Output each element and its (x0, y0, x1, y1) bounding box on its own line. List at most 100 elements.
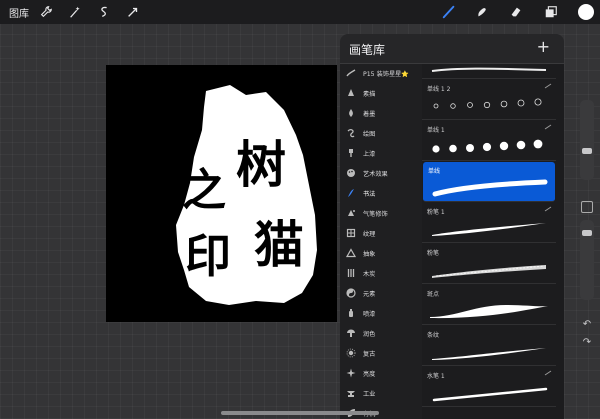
set-label: 气笔修饰 (363, 210, 388, 218)
magic-wand-icon[interactable] (66, 3, 84, 21)
set-label: P15 装饰星星⭐ (363, 70, 410, 78)
set-label: 绘图 (363, 130, 376, 138)
gallery-button[interactable]: 图库 (9, 5, 29, 20)
ink-drop-icon (344, 106, 358, 120)
set-item-artistic[interactable]: 艺术效果 (340, 164, 422, 182)
slider-handle[interactable] (582, 230, 592, 236)
artwork-canvas[interactable]: 树 猫 印 之 (106, 65, 337, 322)
brush-preview (432, 387, 548, 402)
artwork-char-1: 树 (236, 135, 286, 194)
set-item-elements[interactable]: 元素 (340, 284, 422, 302)
layers-icon[interactable] (542, 3, 560, 21)
brush-icon[interactable] (440, 3, 458, 21)
set-item-luminance[interactable]: 亮度 (340, 364, 422, 382)
brush-item-monoline-1[interactable]: 单线 1 (422, 121, 556, 161)
mushroom-icon (344, 326, 358, 340)
selection-icon[interactable] (95, 3, 113, 21)
artwork-char-3: 印 (185, 229, 231, 283)
brush-preview (433, 98, 542, 109)
brush-library-panel: 画笔库 + P15 装饰星星⭐ 素描 着墨 绘图 上漆 艺术效果 书法 气笔修饰… (340, 34, 564, 419)
set-item-spray[interactable]: 喷漆 (340, 304, 422, 322)
texture-icon (344, 226, 358, 240)
yin-yang-icon (344, 286, 358, 300)
set-label: 喷漆 (363, 310, 376, 318)
sparkle-icon (344, 366, 358, 380)
set-item-charcoal[interactable]: 木炭 (340, 264, 422, 282)
set-label: 润色 (363, 330, 376, 338)
brush-item-chalk-1[interactable]: 粉笔 1 (422, 203, 556, 243)
brush-set-list: P15 装饰星星⭐ 素描 着墨 绘图 上漆 艺术效果 书法 气笔修饰 纹理 抽象… (340, 64, 422, 419)
set-item-retouch[interactable]: 润色 (340, 324, 422, 342)
set-item-abstract[interactable]: 抽象 (340, 244, 422, 262)
transform-icon[interactable] (124, 3, 142, 21)
set-item-airbrush[interactable]: 气笔修饰 (340, 204, 422, 222)
set-label: 抽象 (363, 250, 376, 258)
artwork-char-4: 之 (182, 165, 226, 216)
wrench-icon[interactable] (37, 3, 55, 21)
eraser-icon[interactable] (507, 3, 525, 21)
opacity-slider[interactable] (580, 220, 594, 300)
options-arrow-icon (544, 370, 552, 376)
airbrush-icon (344, 206, 358, 220)
set-item-industrial[interactable]: 工业 (340, 384, 422, 402)
set-label: 纹理 (363, 230, 376, 238)
brush-preview (432, 139, 543, 153)
brush-item-monoline[interactable]: 单线 (423, 162, 555, 202)
charcoal-icon (344, 266, 358, 280)
set-item-vintage[interactable]: 复古 (340, 344, 422, 362)
right-sidebar: ↶ ↷ (577, 100, 597, 360)
anvil-icon (344, 386, 358, 400)
set-label: 复古 (363, 350, 376, 358)
redo-icon[interactable]: ↷ (581, 337, 593, 349)
brush-item-chalk[interactable]: 粉笔 (422, 244, 556, 284)
brush-stroke-icon (344, 66, 358, 80)
brush-item-partial[interactable] (422, 39, 556, 79)
set-item-calligraphy[interactable]: 书法 (340, 184, 422, 202)
set-label: 着墨 (363, 110, 376, 118)
set-label: 工业 (363, 390, 376, 398)
options-arrow-icon (544, 124, 552, 130)
top-toolbar: 图库 (0, 0, 600, 24)
set-item-sketch[interactable]: 素描 (340, 84, 422, 102)
set-label: 艺术效果 (363, 170, 388, 178)
brush-preview (432, 265, 546, 278)
set-label: 书法 (363, 190, 376, 198)
brush-preview (430, 305, 548, 319)
palette-icon (344, 166, 358, 180)
undo-icon[interactable]: ↶ (581, 319, 593, 331)
artwork-char-2: 猫 (254, 215, 304, 274)
paint-brush-icon (344, 146, 358, 160)
brush-item-pen-1[interactable]: 水笔 1 (422, 367, 556, 407)
brush-preview (432, 179, 548, 197)
swirl-icon (344, 126, 358, 140)
set-item-drawing[interactable]: 绘图 (340, 124, 422, 142)
sun-icon (344, 346, 358, 360)
brush-item-monoline-12[interactable]: 单线 1 2 (422, 80, 556, 120)
set-item-p15[interactable]: P15 装饰星星⭐ (340, 64, 422, 82)
set-label: 素描 (363, 90, 376, 98)
brush-list: 单线 1 2 单线 1 单线 粉笔 1 粉笔 斑点 条纹 水笔 1 (422, 64, 564, 419)
spray-can-icon (344, 306, 358, 320)
set-label: 上漆 (363, 150, 376, 158)
set-item-paint[interactable]: 上漆 (340, 144, 422, 162)
brush-item-stripe[interactable]: 条纹 (422, 326, 556, 366)
brush-item-spot[interactable]: 斑点 (422, 285, 556, 325)
triangle-icon (344, 246, 358, 260)
calligraphy-icon (344, 186, 358, 200)
set-item-ink[interactable]: 着墨 (340, 104, 422, 122)
options-arrow-icon (544, 206, 552, 212)
brush-preview (432, 348, 546, 360)
slider-handle[interactable] (582, 148, 592, 154)
panel-title: 画笔库 (349, 43, 386, 57)
modify-button[interactable] (581, 201, 593, 213)
pencil-tip-icon (344, 86, 358, 100)
set-item-texture[interactable]: 纹理 (340, 224, 422, 242)
brush-preview (432, 223, 546, 236)
home-indicator[interactable] (221, 411, 379, 415)
color-swatch[interactable] (578, 4, 594, 20)
set-label: 元素 (363, 290, 376, 298)
set-label: 木炭 (363, 270, 376, 278)
smudge-icon[interactable] (473, 3, 491, 21)
brush-size-slider[interactable] (580, 100, 594, 180)
set-label: 亮度 (363, 370, 376, 378)
